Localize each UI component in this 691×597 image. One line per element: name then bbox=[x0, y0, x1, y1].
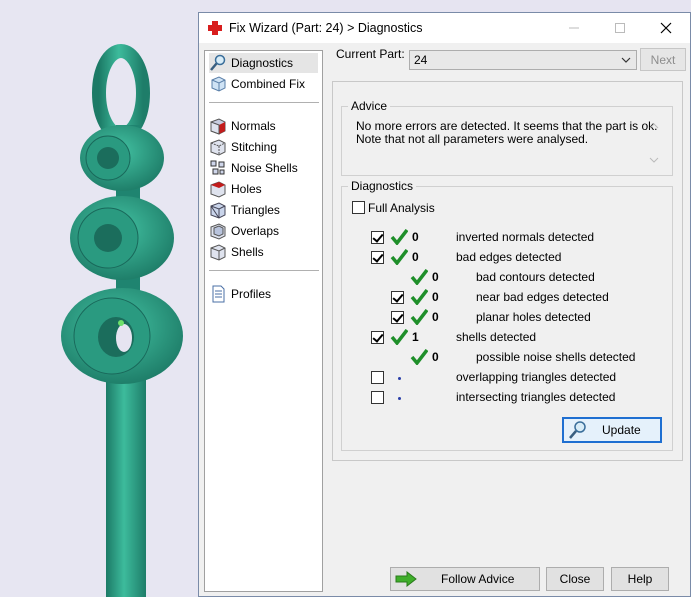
noise-shells-icon bbox=[209, 159, 227, 177]
sidebar-item-normals[interactable]: Normals bbox=[209, 116, 276, 136]
shells-icon bbox=[209, 243, 227, 261]
update-button-label: Update bbox=[602, 423, 641, 437]
scroll-down-icon bbox=[649, 157, 659, 163]
minimize-button[interactable] bbox=[551, 13, 597, 43]
sidebar-item-label: Profiles bbox=[231, 287, 272, 301]
status-dot-icon bbox=[398, 397, 401, 400]
sidebar-item-combined-fix[interactable]: Combined Fix bbox=[209, 74, 305, 94]
holes-icon bbox=[209, 180, 227, 198]
scroll-up-icon bbox=[649, 123, 659, 129]
row-label: shells detected bbox=[456, 330, 537, 344]
chevron-down-icon bbox=[621, 57, 631, 63]
row-checkbox-shells[interactable] bbox=[371, 331, 384, 344]
sidebar-item-profiles[interactable]: Profiles bbox=[209, 284, 271, 304]
title-bar[interactable]: Fix Wizard (Part: 24) > Diagnostics bbox=[199, 13, 690, 43]
sidebar-item-label: Normals bbox=[231, 119, 276, 133]
sidebar-item-label: Stitching bbox=[231, 140, 278, 154]
advice-scrollbar[interactable] bbox=[647, 119, 661, 167]
full-analysis-label: Full Analysis bbox=[368, 201, 435, 215]
green-check-icon bbox=[390, 229, 408, 245]
overlaps-icon bbox=[209, 222, 227, 240]
cube-icon bbox=[209, 75, 227, 93]
row-label: bad contours detected bbox=[476, 270, 595, 284]
3d-viewport[interactable] bbox=[0, 0, 200, 597]
row-label: overlapping triangles detected bbox=[456, 370, 617, 384]
profiles-document-icon bbox=[209, 285, 227, 303]
row-label: possible noise shells detected bbox=[476, 350, 636, 364]
green-check-icon bbox=[390, 329, 408, 345]
row-label: bad edges detected bbox=[456, 250, 562, 264]
sidebar-item-label: Diagnostics bbox=[231, 56, 294, 70]
row-checkbox-bad-edges[interactable] bbox=[371, 251, 384, 264]
status-dot-icon bbox=[398, 377, 401, 380]
magnifier-icon bbox=[209, 54, 227, 72]
magnifier-icon bbox=[569, 421, 586, 439]
next-button[interactable]: Next bbox=[640, 48, 686, 71]
follow-advice-label: Follow Advice bbox=[441, 572, 515, 586]
sidebar-item-label: Overlaps bbox=[231, 224, 280, 238]
row-count: 0 bbox=[432, 290, 439, 304]
sidebar-item-label: Shells bbox=[231, 245, 264, 259]
row-checkbox-near-bad-edges[interactable] bbox=[391, 291, 404, 304]
triangles-icon bbox=[209, 201, 227, 219]
green-check-icon bbox=[410, 309, 428, 325]
green-arrow-icon bbox=[395, 571, 417, 587]
fix-wizard-dialog: Fix Wizard (Part: 24) > Diagnostics Diag… bbox=[198, 12, 691, 597]
normals-cube-icon bbox=[209, 117, 227, 135]
sidebar-item-diagnostics[interactable]: Diagnostics bbox=[209, 53, 318, 73]
row-count: 0 bbox=[432, 310, 439, 324]
current-part-value: 24 bbox=[414, 53, 428, 67]
sidebar-item-shells[interactable]: Shells bbox=[209, 242, 264, 262]
sidebar-item-stitching[interactable]: Stitching bbox=[209, 137, 277, 157]
row-label: inverted normals detected bbox=[456, 230, 595, 244]
close-button[interactable]: Close bbox=[546, 567, 604, 591]
wizard-sidebar: Diagnostics Combined Fix Normals Stitchi… bbox=[204, 50, 323, 592]
row-checkbox-intersecting-triangles[interactable] bbox=[371, 391, 384, 404]
row-checkbox-inverted-normals[interactable] bbox=[371, 231, 384, 244]
current-part-select[interactable]: 24 bbox=[409, 50, 637, 70]
row-count: 0 bbox=[412, 230, 419, 244]
row-count: 0 bbox=[432, 270, 439, 284]
green-check-icon bbox=[410, 349, 428, 365]
sidebar-item-triangles[interactable]: Triangles bbox=[209, 200, 280, 220]
diagnostics-title: Diagnostics bbox=[348, 179, 417, 193]
current-part-label: Current Part: bbox=[336, 47, 405, 61]
sidebar-item-overlaps[interactable]: Overlaps bbox=[209, 221, 279, 241]
pendant-model[interactable] bbox=[0, 0, 200, 597]
green-check-icon bbox=[410, 289, 428, 305]
sidebar-item-label: Noise Shells bbox=[231, 161, 298, 175]
sidebar-divider bbox=[209, 102, 319, 103]
row-count: 0 bbox=[412, 250, 419, 264]
advice-text: No more errors are detected. It seems th… bbox=[350, 116, 669, 171]
sidebar-item-label: Triangles bbox=[231, 203, 280, 217]
sidebar-item-holes[interactable]: Holes bbox=[209, 179, 262, 199]
row-label: near bad edges detected bbox=[476, 290, 609, 304]
sidebar-item-noise-shells[interactable]: Noise Shells bbox=[209, 158, 298, 178]
advice-line-2: Note that not all parameters were analys… bbox=[356, 132, 589, 146]
close-window-button[interactable] bbox=[643, 13, 689, 43]
maximize-button[interactable] bbox=[597, 13, 643, 43]
row-checkbox-overlapping-triangles[interactable] bbox=[371, 371, 384, 384]
row-count: 1 bbox=[412, 330, 419, 344]
help-button[interactable]: Help bbox=[611, 567, 669, 591]
update-button[interactable]: Update bbox=[562, 417, 662, 443]
advice-title: Advice bbox=[348, 99, 391, 113]
row-checkbox-planar-holes[interactable] bbox=[391, 311, 404, 324]
full-analysis-checkbox[interactable] bbox=[352, 201, 365, 214]
window-title: Fix Wizard (Part: 24) > Diagnostics bbox=[229, 21, 423, 35]
green-check-icon bbox=[390, 249, 408, 265]
red-cross-icon bbox=[208, 21, 222, 35]
sidebar-divider bbox=[209, 270, 319, 271]
close-icon bbox=[660, 22, 672, 34]
row-label: planar holes detected bbox=[476, 310, 591, 324]
sidebar-item-label: Combined Fix bbox=[231, 77, 306, 91]
minimize-icon bbox=[569, 27, 579, 29]
stitching-icon bbox=[209, 138, 227, 156]
green-check-icon bbox=[410, 269, 428, 285]
maximize-icon bbox=[615, 23, 625, 33]
sidebar-item-label: Holes bbox=[231, 182, 262, 196]
follow-advice-button[interactable]: Follow Advice bbox=[390, 567, 540, 591]
row-label: intersecting triangles detected bbox=[456, 390, 616, 404]
row-count: 0 bbox=[432, 350, 439, 364]
